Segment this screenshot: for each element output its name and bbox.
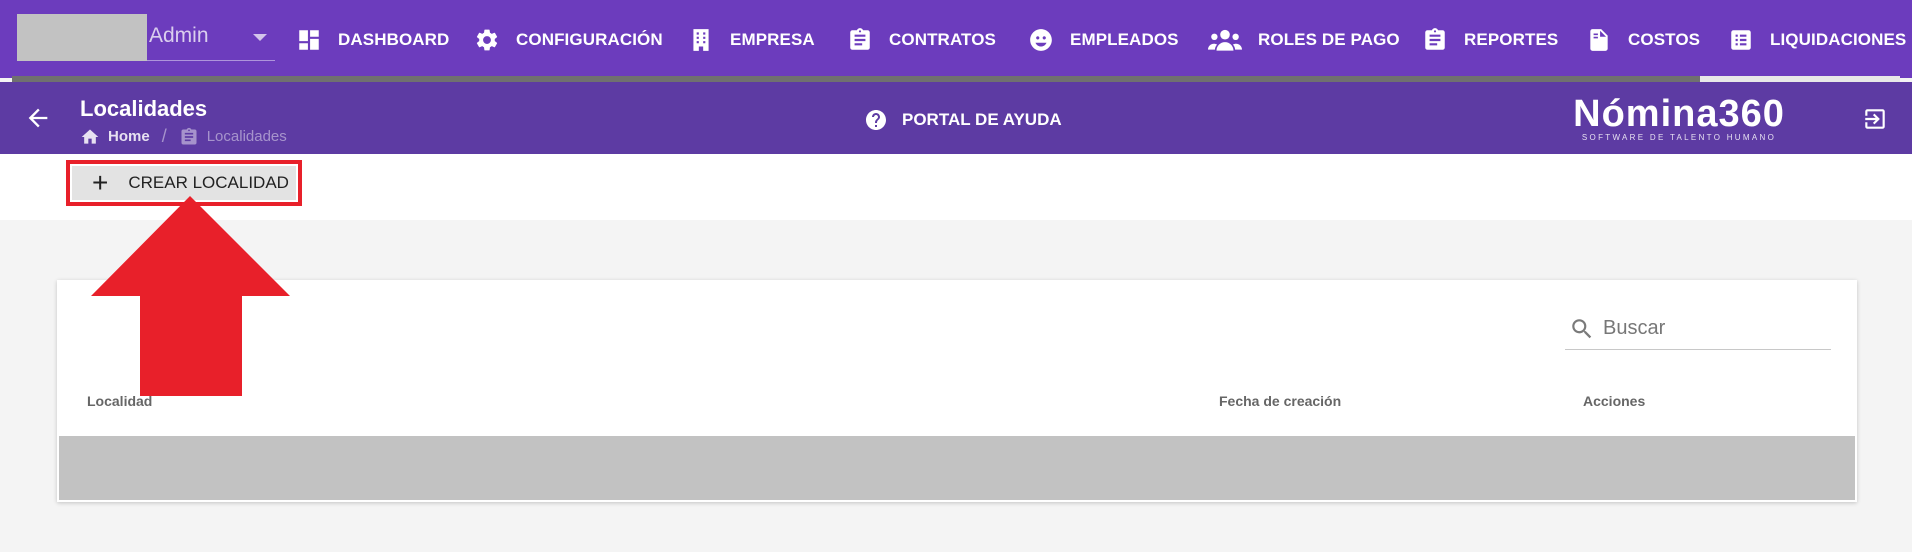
column-header-acciones: Acciones: [1583, 393, 1646, 409]
logout-button[interactable]: [1862, 106, 1888, 132]
page-header: Localidades Home / Localidades PORTAL DE…: [0, 82, 1912, 154]
help-icon: [866, 110, 886, 130]
nav-item-label: COSTOS: [1628, 30, 1701, 49]
search-input[interactable]: [1603, 317, 1823, 340]
home-icon: [81, 129, 99, 144]
arrow-left-icon: [28, 108, 48, 128]
user-menu[interactable]: Admin: [17, 14, 275, 61]
nav-item-contratos[interactable]: CONTRATOS: [847, 22, 996, 58]
chevron-down-icon: [253, 34, 267, 41]
search-icon: [1572, 318, 1592, 338]
create-location-button[interactable]: + CREAR LOCALIDAD: [66, 160, 302, 206]
clipboard-icon: [850, 28, 870, 50]
logo: Nómina360 SOFTWARE DE TALENTO HUMANO: [1566, 94, 1792, 144]
create-location-button-body[interactable]: + CREAR LOCALIDAD: [72, 166, 296, 200]
column-header-fecha[interactable]: Fecha de creación: [1219, 393, 1341, 409]
nav-item-dashboard[interactable]: DASHBOARD: [296, 22, 449, 58]
nav-item-label: EMPLEADOS: [1070, 30, 1179, 49]
breadcrumb-separator: /: [161, 126, 167, 146]
nav-item-liquidaciones[interactable]: LIQUIDACIONES: [1728, 22, 1906, 58]
nav-item-label: ROLES DE PAGO: [1258, 30, 1400, 49]
help-portal-link[interactable]: PORTAL DE AYUDA: [864, 108, 1062, 132]
locations-card: Localidad Fecha de creación Acciones: [57, 280, 1857, 502]
list-icon: [1731, 30, 1751, 50]
nav-item-empleados[interactable]: EMPLEADOS: [1028, 22, 1179, 58]
building-icon: [693, 29, 709, 51]
nav-item-costos[interactable]: COSTOS: [1586, 22, 1700, 58]
users-icon: [1208, 29, 1242, 51]
clipboard-icon: [181, 127, 197, 144]
nav-item-label: CONTRATOS: [889, 30, 996, 49]
nav-item-label: DASHBOARD: [338, 30, 450, 49]
toolbar: + CREAR LOCALIDAD: [0, 154, 1912, 220]
create-location-label: CREAR LOCALIDAD: [128, 173, 289, 192]
search-box[interactable]: [1565, 308, 1831, 350]
help-portal-label: PORTAL DE AYUDA: [902, 110, 1062, 129]
nav-item-label: REPORTES: [1464, 30, 1559, 49]
breadcrumb-current-label: Localidades: [206, 128, 287, 145]
page-title: Localidades: [80, 96, 208, 121]
nav-item-configuracion[interactable]: CONFIGURACIÓN: [474, 22, 663, 58]
plus-icon: +: [92, 167, 109, 198]
invoice-icon: [1590, 29, 1608, 51]
breadcrumb-home[interactable]: Home: [80, 127, 150, 147]
nav-item-label: EMPRESA: [730, 30, 815, 49]
back-button[interactable]: [24, 104, 52, 132]
top-navigation: Admin DASHBOARD CONFIGURACIÓN EMPRESA CO…: [0, 0, 1912, 78]
logo-tagline: SOFTWARE DE TALENTO HUMANO: [1581, 133, 1777, 142]
clipboard-icon: [1425, 28, 1445, 50]
user-name: Admin: [149, 24, 209, 47]
avatar: [17, 14, 147, 61]
face-icon: [1030, 29, 1052, 51]
breadcrumb-current: Localidades: [179, 127, 287, 147]
logo-wordmark: Nómina360: [1573, 93, 1785, 135]
nav-item-label: CONFIGURACIÓN: [516, 30, 663, 49]
nav-item-roles-de-pago[interactable]: ROLES DE PAGO: [1208, 22, 1400, 58]
column-header-localidad[interactable]: Localidad: [87, 393, 152, 409]
nav-item-label: LIQUIDACIONES: [1770, 30, 1907, 49]
breadcrumb-home-label: Home: [108, 128, 150, 145]
breadcrumb: Home / Localidades: [80, 126, 287, 147]
gear-icon: [476, 29, 498, 51]
logout-icon: [1865, 109, 1885, 129]
nav-item-reportes[interactable]: REPORTES: [1422, 22, 1558, 58]
nav-item-empresa[interactable]: EMPRESA: [688, 22, 815, 58]
table-body-redacted: [59, 436, 1855, 500]
dashboard-icon: [299, 30, 319, 50]
